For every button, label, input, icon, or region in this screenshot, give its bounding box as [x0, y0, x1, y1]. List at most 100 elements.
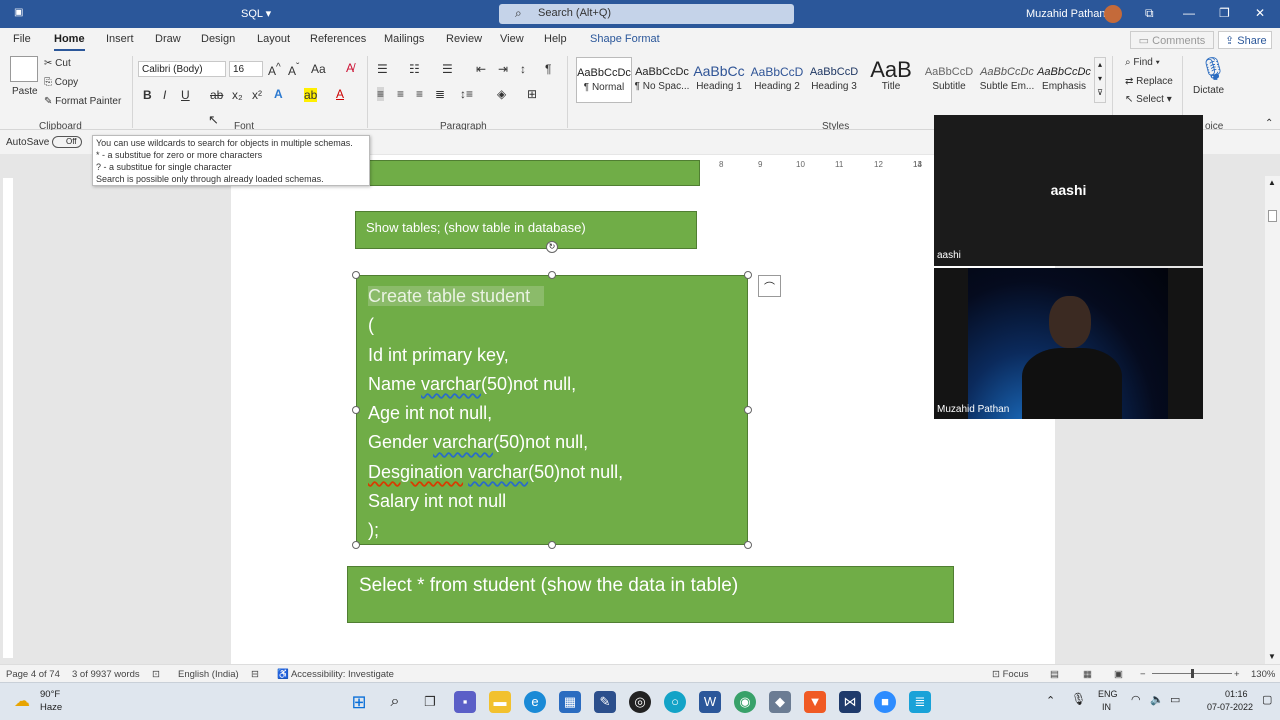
line-spacing-icon[interactable]: ↕≡: [460, 87, 473, 101]
resize-handle[interactable]: [352, 271, 360, 279]
word-taskbar-icon[interactable]: W: [699, 691, 721, 713]
resize-handle[interactable]: [352, 541, 360, 549]
styles-gallery-scroll[interactable]: ▴ ▾ ⊽: [1094, 57, 1106, 103]
focus-button[interactable]: ⊡ Focus: [992, 669, 1028, 680]
vscode-icon[interactable]: ⋈: [839, 691, 861, 713]
shape-select-query[interactable]: Select * from student (show the data in …: [347, 566, 954, 623]
weather-icon[interactable]: ☁: [14, 691, 30, 711]
align-center-icon[interactable]: ≡: [397, 87, 404, 101]
shrink-font-icon[interactable]: Aˇ: [288, 62, 299, 78]
font-name-combo[interactable]: Calibri (Body): [138, 61, 226, 77]
zoom-slider-thumb[interactable]: [1191, 669, 1194, 678]
video-tile-aashi[interactable]: aashi aashi: [934, 115, 1203, 266]
align-right-icon[interactable]: ≡: [416, 87, 423, 101]
ribbon-display-icon[interactable]: ⧉: [1145, 6, 1154, 21]
tab-file[interactable]: File: [13, 33, 31, 45]
cortana-icon[interactable]: ○: [664, 691, 686, 713]
share-button[interactable]: ⇪ Share: [1218, 31, 1272, 49]
read-mode-icon[interactable]: ▤: [1050, 669, 1059, 680]
zoom-app-icon[interactable]: ■: [874, 691, 896, 713]
volume-icon[interactable]: 🔈: [1150, 693, 1164, 706]
lang-primary[interactable]: ENG: [1098, 689, 1118, 699]
tab-shape-format[interactable]: Shape Format: [590, 33, 660, 45]
superscript-button[interactable]: x²: [252, 88, 262, 102]
start-icon[interactable]: ⊞: [348, 691, 370, 713]
store-icon[interactable]: ▦: [559, 691, 581, 713]
close-icon[interactable]: ✕: [1255, 6, 1265, 20]
dictate-button[interactable]: Dictate: [1193, 85, 1224, 96]
format-painter-button[interactable]: ✎ Format Painter: [44, 96, 121, 107]
strikethrough-button[interactable]: ab: [210, 88, 223, 102]
tab-home[interactable]: Home: [54, 33, 85, 51]
resize-handle[interactable]: [548, 541, 556, 549]
notepad-icon[interactable]: ≣: [909, 691, 931, 713]
edge-icon[interactable]: e: [524, 691, 546, 713]
print-layout-icon[interactable]: ▦: [1083, 669, 1092, 680]
cut-button[interactable]: ✂ Cut: [44, 58, 71, 69]
app-icon[interactable]: ✎: [594, 691, 616, 713]
zoom-in-icon[interactable]: +: [1234, 669, 1240, 680]
italic-button[interactable]: I: [163, 88, 166, 102]
scroll-up-icon[interactable]: ▲: [1268, 178, 1276, 187]
select-button[interactable]: ↖ Select ▾: [1125, 94, 1172, 105]
microphone-icon[interactable]: 🎙: [1071, 692, 1086, 706]
shape-show-tables[interactable]: Show tables; (show table in database): [355, 211, 697, 249]
font-color-button[interactable]: A: [336, 87, 344, 101]
file-explorer-icon[interactable]: ▬: [489, 691, 511, 713]
page-count[interactable]: Page 4 of 74: [6, 669, 60, 680]
browser-icon[interactable]: ◉: [734, 691, 756, 713]
document-title[interactable]: SQL ▾: [241, 7, 271, 20]
tab-insert[interactable]: Insert: [106, 33, 134, 45]
battery-icon[interactable]: ▭: [1170, 693, 1180, 706]
text-effects-button[interactable]: A: [274, 87, 283, 101]
vertical-scrollbar[interactable]: ▲ ▼: [1265, 176, 1280, 664]
web-layout-icon[interactable]: ▣: [1114, 669, 1123, 680]
tab-review[interactable]: Review: [446, 33, 482, 45]
tab-references[interactable]: References: [310, 33, 366, 45]
find-button[interactable]: ⌕ Find ▾: [1125, 57, 1160, 68]
word-count[interactable]: 3 of 9937 words: [72, 669, 140, 680]
style-heading-1[interactable]: AaBbCc Heading 1: [691, 57, 747, 103]
sort-icon[interactable]: ↕: [520, 62, 526, 76]
video-tile-muzahid[interactable]: Muzahid Pathan: [934, 268, 1203, 419]
align-left-icon[interactable]: ≡: [377, 87, 385, 101]
resize-handle[interactable]: [744, 271, 752, 279]
paste-button[interactable]: Paste: [12, 86, 38, 97]
clock-date[interactable]: 07-07-2022: [1207, 702, 1253, 712]
task-view-icon[interactable]: ❐: [419, 691, 441, 713]
decrease-indent-icon[interactable]: ⇤: [476, 62, 486, 76]
tab-mailings[interactable]: Mailings: [384, 33, 424, 45]
style-heading-3[interactable]: AaBbCcD Heading 3: [806, 57, 862, 103]
minimize-icon[interactable]: —: [1183, 6, 1195, 20]
wifi-icon[interactable]: ◠: [1131, 693, 1141, 706]
replace-button[interactable]: ⇄ Replace: [1125, 76, 1173, 87]
numbering-icon[interactable]: ☷: [409, 62, 420, 76]
style-subtitle[interactable]: AaBbCcD Subtitle: [921, 57, 977, 103]
microphone-icon[interactable]: 🎙: [1199, 56, 1227, 82]
weather-temp[interactable]: 90°F: [40, 689, 60, 700]
font-size-combo[interactable]: 16: [229, 61, 263, 77]
maximize-icon[interactable]: ❐: [1219, 6, 1230, 20]
style-title[interactable]: AaB Title: [863, 57, 919, 103]
lang-secondary[interactable]: IN: [1102, 702, 1111, 712]
language-status[interactable]: English (India): [178, 669, 239, 680]
increase-indent-icon[interactable]: ⇥: [498, 62, 508, 76]
vertical-ruler[interactable]: [3, 178, 13, 658]
search-box[interactable]: ⌕ Search (Alt+Q): [499, 4, 794, 24]
style-normal[interactable]: AaBbCcDc ¶ Normal: [576, 57, 632, 103]
bullets-icon[interactable]: ☰: [377, 62, 388, 76]
tab-draw[interactable]: Draw: [155, 33, 181, 45]
clock-time[interactable]: 01:16: [1225, 689, 1248, 699]
shading-icon[interactable]: ◈: [497, 87, 506, 101]
chevron-up-icon[interactable]: ⌃: [1046, 694, 1055, 707]
tab-view[interactable]: View: [500, 33, 524, 45]
underline-button[interactable]: U: [181, 88, 190, 102]
multilevel-list-icon[interactable]: ☰: [442, 62, 453, 76]
app-icon-circle[interactable]: ◎: [629, 691, 651, 713]
accessibility-status[interactable]: ♿ Accessibility: Investigate: [277, 669, 394, 680]
comments-button[interactable]: ▭ Comments: [1130, 31, 1214, 49]
weather-desc[interactable]: Haze: [40, 702, 62, 713]
grow-font-icon[interactable]: A^: [268, 62, 281, 78]
subscript-button[interactable]: x₂: [232, 88, 243, 102]
pilcrow-icon[interactable]: ¶: [545, 62, 551, 76]
